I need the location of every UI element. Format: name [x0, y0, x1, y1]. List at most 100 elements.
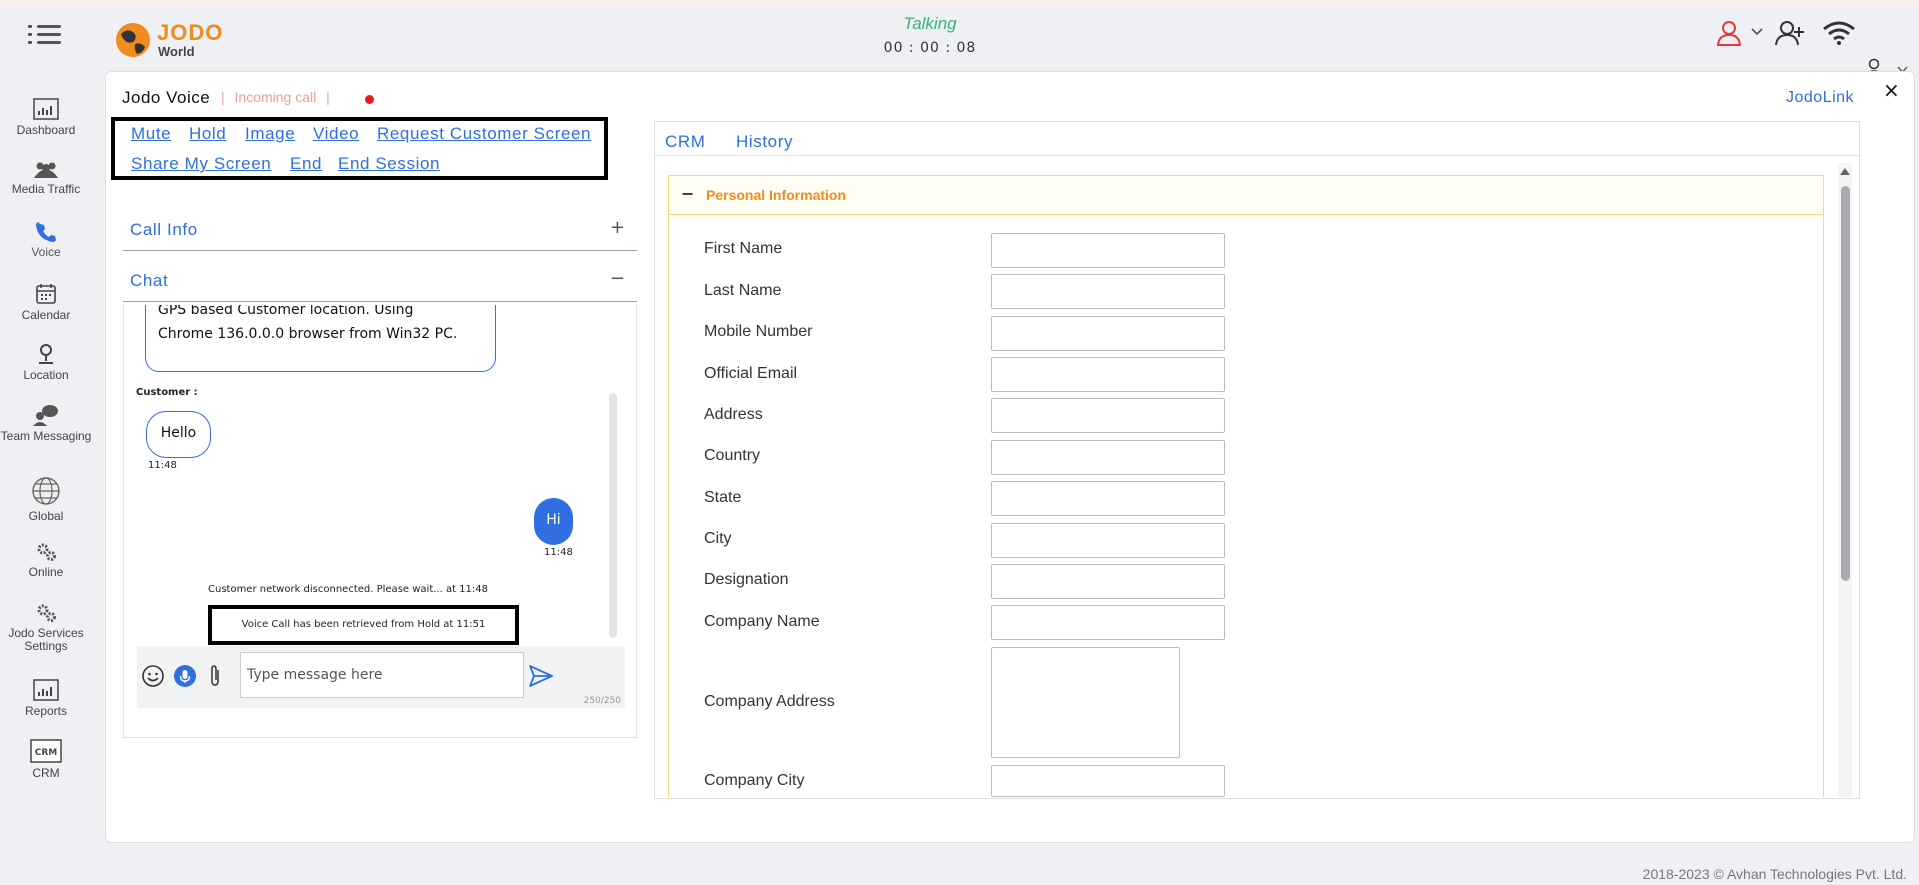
gears-icon	[37, 543, 56, 561]
company-name-label: Company Name	[704, 613, 820, 630]
sidebar-label: Reports	[24, 704, 68, 718]
first-name-field[interactable]	[991, 233, 1225, 268]
share-my-screen-button[interactable]: Share My Screen	[131, 154, 271, 174]
sidebar-label: Jodo Services Settings	[8, 626, 84, 653]
separator: |	[326, 89, 330, 105]
sidebar-label: Global	[28, 509, 64, 523]
sidebar-label: Team Messaging	[0, 429, 92, 443]
sidebar-item-crm[interactable]: CRM CRM	[0, 739, 92, 780]
address-label: Address	[704, 406, 763, 423]
sidebar-item-voice[interactable]: Voice	[0, 222, 92, 259]
emoji-icon[interactable]	[141, 664, 165, 688]
chevron-down-icon[interactable]	[1751, 28, 1763, 36]
end-session-button[interactable]: End Session	[338, 154, 440, 174]
logo-subtext: World	[158, 44, 195, 59]
sidebar-label: Voice	[31, 245, 61, 259]
sidebar-label: CRM	[32, 766, 60, 780]
sidebar-item-calendar[interactable]: Calendar	[0, 283, 92, 322]
microphone-icon[interactable]	[174, 665, 196, 687]
footer-copyright: 2018-2023 © Avhan Technologies Pvt. Ltd.	[1642, 866, 1907, 882]
location-line-2: Chrome 136.0.0.0 browser from Win32 PC.	[158, 326, 458, 342]
scroll-up-arrow-icon[interactable]	[1839, 167, 1851, 176]
collapse-icon[interactable]: −	[610, 268, 625, 289]
personal-information-body	[668, 215, 1824, 797]
system-message: Customer network disconnected. Please wa…	[208, 584, 488, 595]
phone-icon	[36, 222, 56, 242]
crm-tabs: CRM History	[655, 122, 1859, 156]
last-name-field[interactable]	[991, 274, 1225, 309]
hold-button[interactable]: Hold	[189, 124, 226, 144]
official-email-field[interactable]	[991, 357, 1225, 392]
mobile-number-field[interactable]	[991, 316, 1225, 351]
mobile-number-label: Mobile Number	[704, 323, 813, 340]
video-button[interactable]: Video	[313, 124, 359, 144]
sidebar-item-media-traffic[interactable]: Media Traffic	[0, 161, 92, 196]
character-counter: 250/250	[583, 696, 621, 706]
city-field[interactable]	[991, 523, 1225, 558]
settings-gears-icon	[37, 604, 56, 622]
session-title: Jodo Voice	[122, 88, 211, 107]
agent-message: Hi	[534, 498, 573, 545]
hold-retrieved-message: Voice Call has been retrieved from Hold …	[208, 605, 519, 645]
menu-icon[interactable]	[28, 22, 62, 46]
company-address-label: Company Address	[704, 693, 835, 710]
attachment-icon[interactable]	[208, 664, 222, 688]
sidebar-item-jodo-services-settings[interactable]: Jodo Services Settings	[0, 603, 92, 653]
add-user-icon[interactable]	[1775, 19, 1807, 47]
call-timer: 00 : 00 : 08	[883, 40, 977, 56]
customer-message-time: 11:48	[148, 460, 177, 471]
company-name-field[interactable]	[991, 605, 1225, 640]
company-city-label: Company City	[704, 772, 805, 789]
sidebar-item-online[interactable]: Online	[0, 542, 92, 579]
sidebar-item-global[interactable]: Global	[0, 476, 92, 523]
mute-button[interactable]: Mute	[131, 124, 171, 144]
crm-scrollbar-thumb[interactable]	[1841, 186, 1850, 581]
call-state-label: Talking	[903, 14, 957, 33]
location-line-1: GPS based Customer location. Using	[158, 305, 414, 318]
jodolink-link[interactable]: JodoLink	[1786, 89, 1854, 107]
designation-field[interactable]	[991, 564, 1225, 599]
call-status: Talking 00 : 00 : 08	[860, 14, 1000, 56]
chat-compose-bar: 250/250	[137, 646, 625, 708]
company-address-field[interactable]	[991, 647, 1180, 758]
state-label: State	[704, 489, 742, 506]
request-customer-screen-button[interactable]: Request Customer Screen	[377, 124, 591, 144]
official-email-label: Official Email	[704, 365, 798, 382]
state-field[interactable]	[991, 481, 1225, 516]
sidebar-label: Media Traffic	[11, 182, 81, 196]
wifi-icon	[1823, 21, 1855, 45]
jodo-world-logo: JODO World	[113, 14, 233, 59]
end-button[interactable]: End	[290, 154, 322, 174]
agent-message-time: 11:48	[544, 547, 573, 558]
last-name-label: Last Name	[704, 282, 782, 299]
personal-information-header[interactable]: − Personal Information	[668, 175, 1824, 215]
country-field[interactable]	[991, 440, 1225, 475]
location-message-clip: GPS based Customer location. Using Chrom…	[145, 305, 496, 373]
first-name-label: First Name	[704, 240, 783, 257]
collapse-icon[interactable]: −	[681, 184, 694, 203]
user-status-icon[interactable]	[1716, 19, 1742, 47]
sidebar-item-reports[interactable]: Reports	[0, 679, 92, 718]
expand-icon[interactable]: +	[610, 217, 625, 238]
team-messaging-icon	[33, 405, 58, 426]
call-info-accordion[interactable]: Call Info +	[123, 211, 637, 251]
sidebar-item-team-messaging[interactable]: Team Messaging	[0, 404, 92, 443]
incoming-call-label: Incoming call	[234, 89, 317, 105]
tab-crm[interactable]: CRM	[665, 132, 706, 152]
logo-text: JODO	[157, 20, 224, 45]
send-icon[interactable]	[528, 664, 554, 688]
message-input[interactable]	[240, 652, 524, 698]
chat-scrollbar[interactable]	[609, 393, 617, 638]
sidebar-item-dashboard[interactable]: Dashboard	[0, 98, 92, 137]
sidebar-label: Calendar	[21, 308, 71, 322]
company-city-field[interactable]	[991, 765, 1225, 797]
globe-icon	[32, 477, 60, 505]
address-field[interactable]	[991, 398, 1225, 433]
calendar-icon	[36, 284, 56, 304]
chat-accordion[interactable]: Chat −	[123, 262, 637, 302]
image-button[interactable]: Image	[245, 124, 295, 144]
media-traffic-icon	[34, 162, 58, 178]
sidebar-item-location[interactable]: Location	[0, 343, 92, 382]
close-icon[interactable]: ×	[1883, 78, 1900, 102]
tab-history[interactable]: History	[736, 132, 793, 152]
